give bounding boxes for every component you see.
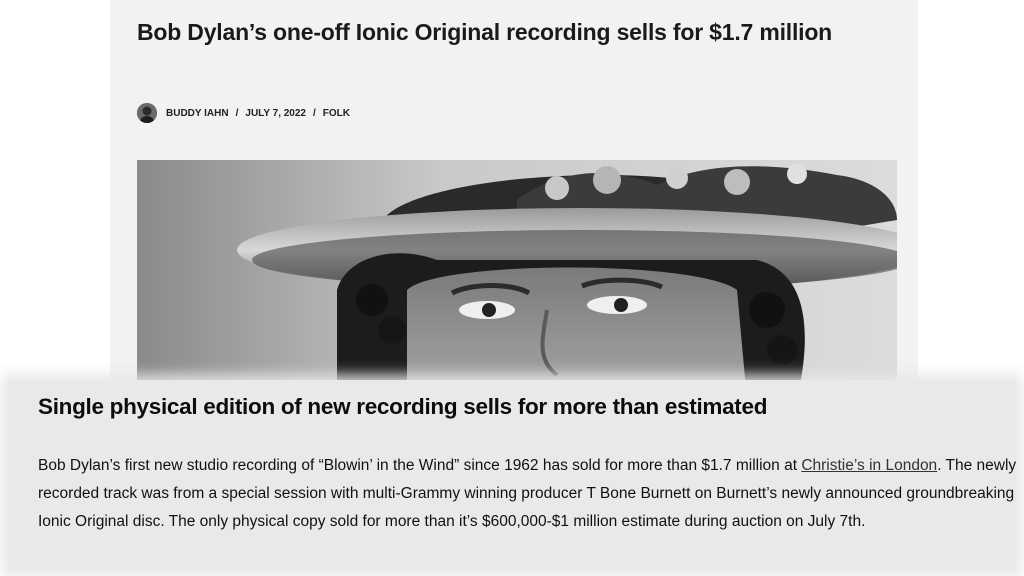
publish-date: JULY 7, 2022 xyxy=(245,107,306,119)
featured-image xyxy=(137,160,897,400)
summary-paragraph: Bob Dylan’s first new studio recording o… xyxy=(38,452,1023,536)
author-name[interactable]: BUDDY IAHN xyxy=(166,108,229,119)
featured-photo-graphic xyxy=(137,160,897,400)
avatar-icon xyxy=(137,103,157,123)
christies-london-link[interactable]: Christie’s in London xyxy=(801,457,937,474)
author-avatar[interactable] xyxy=(137,103,157,123)
article-headline[interactable]: Bob Dylan’s one-off Ionic Original recor… xyxy=(137,14,837,51)
article-meta: BUDDY IAHN / JULY 7, 2022 / FOLK xyxy=(137,103,350,123)
page: Bob Dylan’s one-off Ionic Original recor… xyxy=(0,0,1024,576)
meta-separator: / xyxy=(235,107,239,119)
meta-separator: / xyxy=(313,107,316,119)
category-link[interactable]: FOLK xyxy=(323,108,350,119)
summary-heading: Single physical edition of new recording… xyxy=(38,394,768,419)
summary-text-start: Bob Dylan’s first new studio recording o… xyxy=(38,457,802,474)
